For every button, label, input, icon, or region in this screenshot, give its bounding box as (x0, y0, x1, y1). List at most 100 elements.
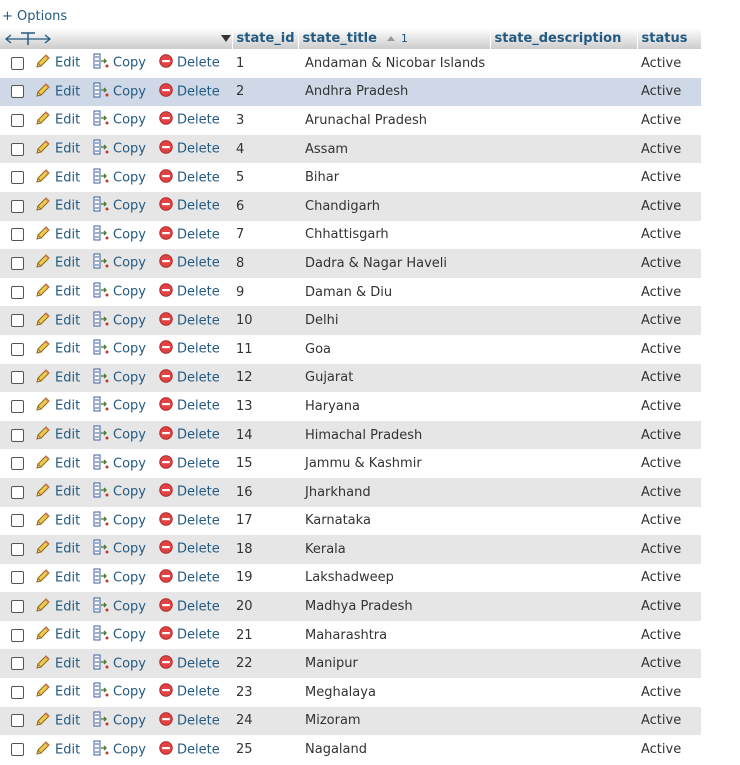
copy-action[interactable]: Copy (93, 49, 159, 78)
edit-link[interactable]: Edit (55, 513, 80, 528)
edit-link[interactable]: Edit (55, 399, 80, 414)
column-header-state-id[interactable]: state_id (232, 28, 299, 49)
copy-link[interactable]: Copy (113, 599, 146, 614)
row-checkbox[interactable] (11, 85, 24, 99)
copy-action[interactable]: Copy (93, 506, 159, 536)
copy-action[interactable]: Copy (93, 191, 159, 221)
row-checkbox[interactable] (11, 514, 24, 528)
copy-link[interactable]: Copy (113, 227, 146, 242)
table-row[interactable]: Edit Copy Delete 15 Jammu & Kashmir Active (0, 449, 701, 478)
delete-action[interactable]: Delete (159, 77, 232, 107)
row-checkbox[interactable] (11, 743, 24, 757)
delete-action[interactable]: Delete (159, 392, 232, 421)
delete-action[interactable]: Delete (159, 363, 232, 393)
delete-link[interactable]: Delete (177, 313, 220, 328)
edit-link[interactable]: Edit (55, 428, 80, 443)
delete-action[interactable]: Delete (159, 535, 232, 564)
copy-action[interactable]: Copy (93, 334, 159, 364)
delete-action[interactable]: Delete (159, 334, 232, 364)
edit-action[interactable]: Edit (35, 420, 93, 450)
copy-link[interactable]: Copy (113, 513, 146, 528)
edit-action[interactable]: Edit (35, 77, 93, 107)
edit-link[interactable]: Edit (55, 370, 80, 385)
edit-action[interactable]: Edit (35, 649, 93, 679)
delete-link[interactable]: Delete (177, 485, 220, 500)
delete-link[interactable]: Delete (177, 542, 220, 557)
copy-link[interactable]: Copy (113, 56, 146, 71)
delete-link[interactable]: Delete (177, 628, 220, 643)
table-row[interactable]: Edit Copy Delete 21 Maharashtra Active (0, 620, 701, 650)
delete-link[interactable]: Delete (177, 256, 220, 271)
row-checkbox[interactable] (11, 571, 24, 585)
row-checkbox[interactable] (11, 142, 24, 156)
delete-link[interactable]: Delete (177, 513, 220, 528)
copy-action[interactable]: Copy (93, 477, 159, 507)
row-checkbox[interactable] (11, 600, 24, 614)
delete-link[interactable]: Delete (177, 56, 220, 71)
copy-action[interactable]: Copy (93, 649, 159, 679)
edit-action[interactable]: Edit (35, 220, 93, 250)
table-row[interactable]: Edit Copy Delete 23 Meghalaya Active (0, 678, 701, 707)
edit-link[interactable]: Edit (55, 142, 80, 157)
table-row[interactable]: Edit Copy Delete 7 Chhattisgarh Active (0, 220, 701, 250)
delete-action[interactable]: Delete (159, 106, 232, 135)
copy-link[interactable]: Copy (113, 628, 146, 643)
edit-action[interactable]: Edit (35, 535, 93, 564)
column-resize-arrows-icon[interactable] (4, 31, 52, 46)
delete-action[interactable]: Delete (159, 563, 232, 593)
edit-link[interactable]: Edit (55, 742, 80, 757)
table-row[interactable]: Edit Copy Delete 24 Mizoram Active (0, 706, 701, 736)
copy-link[interactable]: Copy (113, 370, 146, 385)
delete-action[interactable]: Delete (159, 649, 232, 679)
table-row[interactable]: Edit Copy Delete 10 Delhi Active (0, 306, 701, 335)
table-row[interactable]: Edit Copy Delete 16 Jharkhand Active (0, 477, 701, 507)
edit-action[interactable]: Edit (35, 735, 93, 764)
edit-link[interactable]: Edit (55, 56, 80, 71)
delete-action[interactable]: Delete (159, 49, 232, 78)
edit-action[interactable]: Edit (35, 163, 93, 192)
edit-action[interactable]: Edit (35, 392, 93, 421)
table-row[interactable]: Edit Copy Delete 19 Lakshadweep Active (0, 563, 701, 593)
row-checkbox[interactable] (11, 542, 24, 556)
table-row[interactable]: Edit Copy Delete 1 Andaman & Nicobar Islands… (0, 49, 701, 78)
delete-action[interactable]: Delete (159, 277, 232, 307)
edit-action[interactable]: Edit (35, 477, 93, 507)
copy-link[interactable]: Copy (113, 142, 146, 157)
delete-link[interactable]: Delete (177, 713, 220, 728)
table-row[interactable]: Edit Copy Delete 5 Bihar Active (0, 163, 701, 192)
edit-link[interactable]: Edit (55, 313, 80, 328)
column-header-state-title[interactable]: state_title 1 (298, 28, 491, 49)
copy-action[interactable]: Copy (93, 163, 159, 192)
edit-action[interactable]: Edit (35, 277, 93, 307)
row-checkbox[interactable] (11, 457, 24, 471)
row-checkbox[interactable] (11, 199, 24, 213)
table-row[interactable]: Edit Copy Delete 2 Andhra Pradesh Active (0, 77, 701, 107)
copy-action[interactable]: Copy (93, 277, 159, 307)
edit-link[interactable]: Edit (55, 485, 80, 500)
edit-action[interactable]: Edit (35, 134, 93, 164)
table-row[interactable]: Edit Copy Delete 4 Assam Active (0, 134, 701, 164)
copy-action[interactable]: Copy (93, 392, 159, 421)
edit-link[interactable]: Edit (55, 542, 80, 557)
table-row[interactable]: Edit Copy Delete 22 Manipur Active (0, 649, 701, 679)
options-link[interactable]: + Options (2, 9, 67, 24)
delete-action[interactable]: Delete (159, 220, 232, 250)
row-checkbox[interactable] (11, 171, 24, 185)
edit-action[interactable]: Edit (35, 49, 93, 78)
edit-link[interactable]: Edit (55, 456, 80, 471)
delete-action[interactable]: Delete (159, 706, 232, 736)
copy-action[interactable]: Copy (93, 249, 159, 278)
delete-link[interactable]: Delete (177, 113, 220, 128)
edit-link[interactable]: Edit (55, 570, 80, 585)
copy-link[interactable]: Copy (113, 170, 146, 185)
copy-link[interactable]: Copy (113, 399, 146, 414)
delete-action[interactable]: Delete (159, 620, 232, 650)
table-row[interactable]: Edit Copy Delete 25 Nagaland Active (0, 735, 701, 764)
table-row[interactable]: Edit Copy Delete 18 Kerala Active (0, 535, 701, 564)
copy-link[interactable]: Copy (113, 428, 146, 443)
delete-link[interactable]: Delete (177, 742, 220, 757)
delete-link[interactable]: Delete (177, 456, 220, 471)
table-row[interactable]: Edit Copy Delete 3 Arunachal Pradesh Active (0, 106, 701, 135)
edit-action[interactable]: Edit (35, 563, 93, 593)
edit-link[interactable]: Edit (55, 599, 80, 614)
